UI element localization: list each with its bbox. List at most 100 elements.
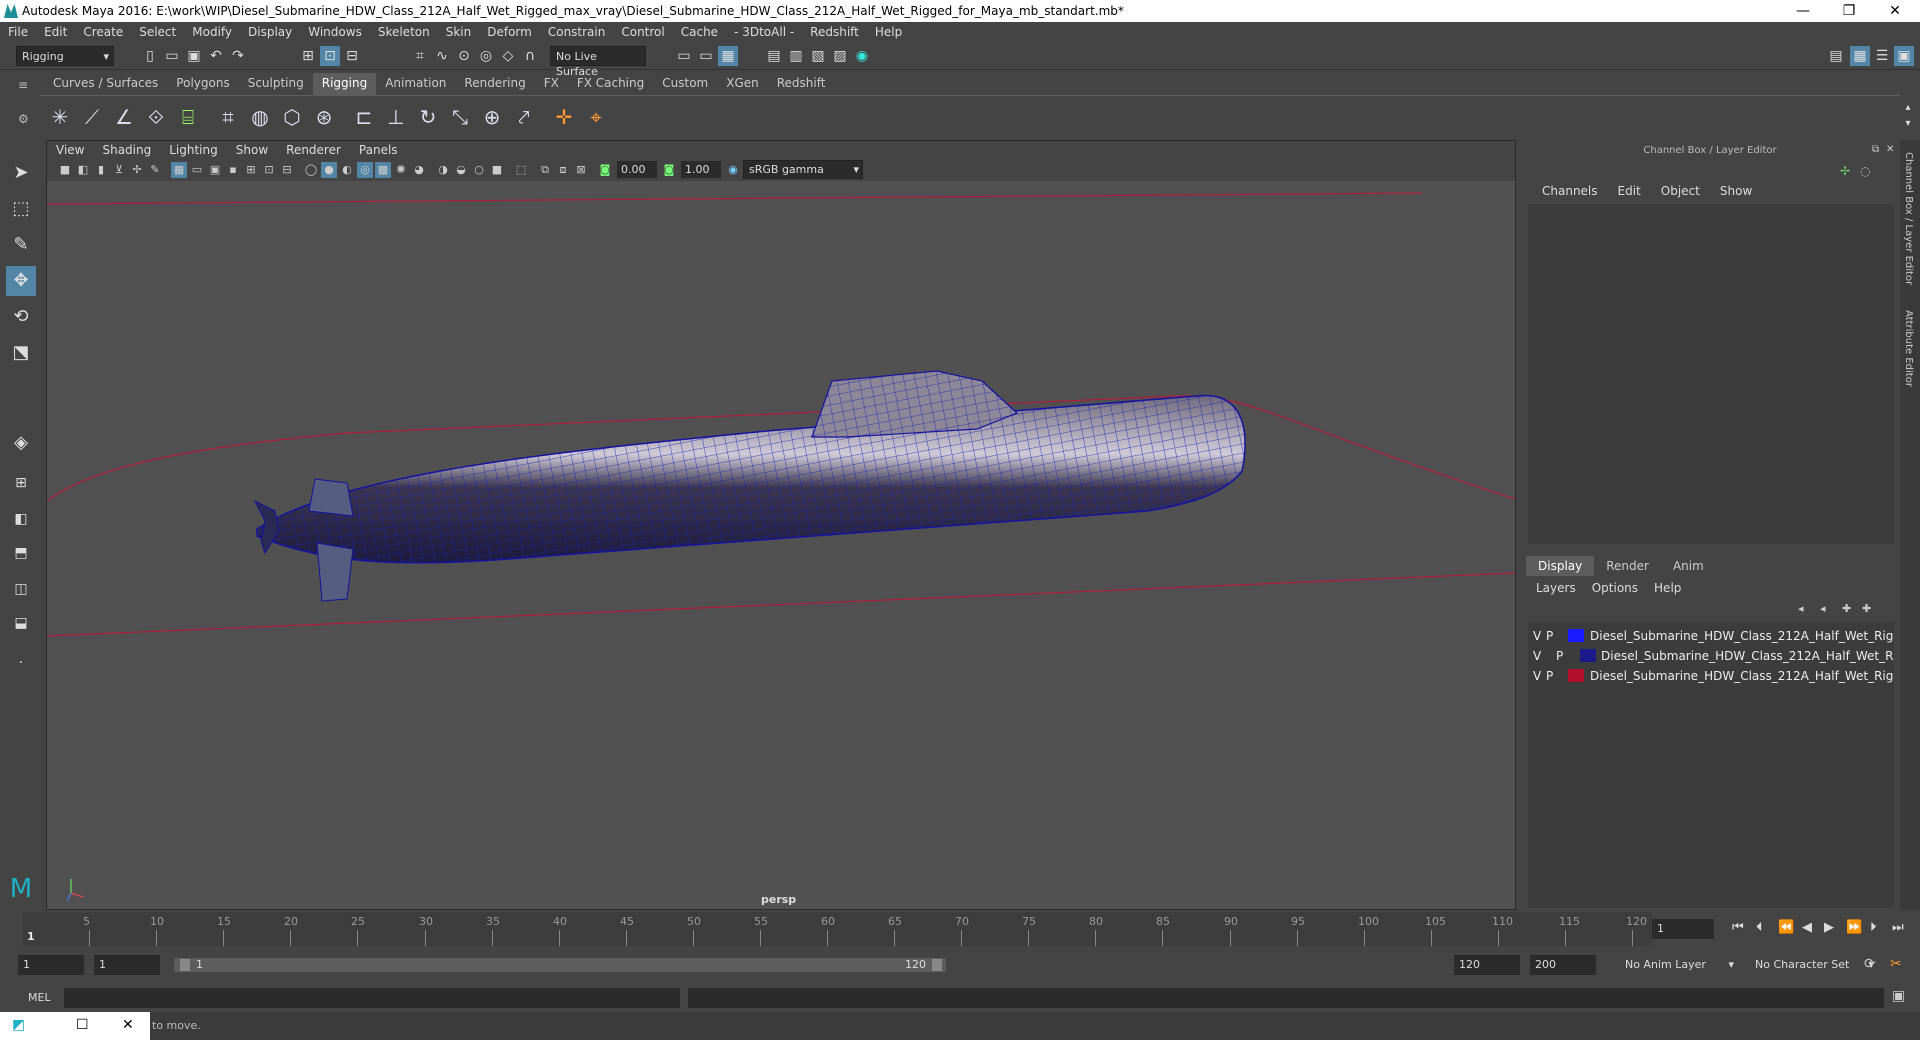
camera-lock-icon[interactable]: ◧ [75,162,91,178]
layer-visibility-toggle[interactable]: V [1533,629,1541,643]
vp-menu-view[interactable]: View [47,141,93,159]
undo-icon[interactable]: ↶ [206,46,226,66]
layer-row[interactable]: V P Diesel_Submarine_HDW_Class_212A_Half… [1528,666,1894,686]
restore-button[interactable]: ❐ [1826,0,1872,22]
step-back-icon[interactable]: ⏴ [1756,920,1763,935]
maya-home-icon[interactable]: M [6,874,36,904]
insert-joint-icon[interactable]: ⟐ [140,101,172,133]
le-menu-layers[interactable]: Layers [1536,581,1584,595]
wireframe-icon[interactable]: ◯ [303,162,319,178]
select-hierarchy-icon[interactable]: ⊞ [298,46,318,66]
shelf-menu-icon[interactable]: ≡ [18,78,34,92]
xray-components-icon[interactable]: ⊠ [573,162,589,178]
image-plane-icon[interactable]: ⊻ [111,162,127,178]
playback-end-field[interactable]: 120 [1454,955,1520,975]
anti-aliasing-icon[interactable]: ○ [471,162,487,178]
channel-box-area[interactable] [1528,204,1894,544]
current-frame-field[interactable]: 1 [1652,919,1714,939]
menu-cache[interactable]: Cache [673,25,726,39]
menu-help[interactable]: Help [867,25,910,39]
menu-create[interactable]: Create [75,25,131,39]
xray-joints-icon[interactable]: ⧈ [555,162,571,178]
maya-taskbar-icon[interactable]: ◩ [12,1017,25,1033]
le-menu-help[interactable]: Help [1654,581,1689,595]
grid-toggle-icon[interactable]: ▦ [171,162,187,178]
camera-select-icon[interactable]: ■ [57,162,73,178]
play-backwards-icon[interactable]: ◀ [1802,920,1812,935]
shelf-scroll-down-icon[interactable]: ▾ [1898,114,1918,134]
menu-display[interactable]: Display [240,25,300,39]
snap-view-icon[interactable]: ◎ [476,46,496,66]
le-menu-options[interactable]: Options [1592,581,1646,595]
lasso-tool-icon[interactable]: ⬚ [6,194,36,224]
menu-modify[interactable]: Modify [184,25,240,39]
cb-menu-channels[interactable]: Channels [1532,184,1608,198]
more-layouts-icon[interactable]: · [6,648,36,678]
render-frame-icon[interactable]: ▤ [764,46,784,66]
step-back-key-icon[interactable]: ⏪ [1778,920,1794,935]
side-tab-channel-box[interactable]: Channel Box / Layer Editor [1903,152,1914,285]
tab-sculpting[interactable]: Sculpting [239,73,313,95]
range-start-handle[interactable] [180,959,190,971]
paint-select-icon[interactable]: ✎ [6,230,36,260]
wireframe-on-shaded-icon[interactable]: ◎ [357,162,373,178]
hik-character-icon[interactable]: ⌖ [580,101,612,133]
menu-edit[interactable]: Edit [36,25,75,39]
layer-playback-toggle[interactable]: P [1546,629,1553,643]
tab-curves-surfaces[interactable]: Curves / Surfaces [44,73,167,95]
outliner-layout-icon[interactable]: ⬓ [6,608,36,638]
anim-layer-dropdown[interactable]: No Anim Layer ▾ [1620,955,1738,975]
tab-render[interactable]: Render [1594,556,1661,576]
cb-menu-object[interactable]: Object [1651,184,1710,198]
cb-menu-show[interactable]: Show [1710,184,1762,198]
move-tool-icon[interactable]: ✥ [6,266,36,296]
layer-row[interactable]: V P Diesel_Submarine_HDW_Class_212A_Half… [1528,626,1894,646]
go-to-start-icon[interactable]: ⏮ [1732,920,1744,935]
tab-redshift[interactable]: Redshift [768,73,835,95]
close-button[interactable]: ✕ [1872,0,1918,22]
output-ops-icon[interactable]: ▭ [696,46,716,66]
maximize-icon[interactable]: ☐ [76,1017,89,1033]
rotate-tool-icon[interactable]: ⟲ [6,302,36,332]
menu-deform[interactable]: Deform [479,25,540,39]
bookmark-icon[interactable]: ▮ [93,162,109,178]
menu-windows[interactable]: Windows [300,25,370,39]
layout-channel-icon[interactable]: ▦ [1850,46,1870,66]
menu-3dtoall[interactable]: - 3DtoAll - [726,25,802,39]
snap-surface-icon[interactable]: ◇ [498,46,518,66]
float-panel-icon[interactable]: ⧉ [1872,144,1879,155]
film-gate-icon[interactable]: ▭ [189,162,205,178]
menu-file[interactable]: File [0,25,36,39]
menu-skin[interactable]: Skin [438,25,480,39]
layer-color-swatch[interactable] [1568,629,1584,642]
safe-action-icon[interactable]: ⊡ [261,162,277,178]
default-material-icon[interactable]: ◐ [339,162,355,178]
tab-animation[interactable]: Animation [376,73,455,95]
layer-playback-toggle[interactable]: P [1556,649,1563,663]
safe-title-icon[interactable]: ⊟ [279,162,295,178]
play-forwards-icon[interactable]: ▶ [1824,920,1834,935]
persp-graph-layout-icon[interactable]: ⬒ [6,538,36,568]
scale-constraint-icon[interactable]: ⤡ [444,101,476,133]
snap-curve-icon[interactable]: ∿ [432,46,452,66]
joint-tool-icon[interactable]: ✳ [44,101,76,133]
persp-outliner-layout-icon[interactable]: ◧ [6,504,36,534]
menu-control[interactable]: Control [613,25,672,39]
layout-tool-icon[interactable]: ☰ [1872,46,1892,66]
speed-icon[interactable]: ◌ [1860,164,1870,178]
tab-anim[interactable]: Anim [1661,556,1716,576]
snap-grid-icon[interactable]: ⌗ [410,46,430,66]
2d-pan-zoom-icon[interactable]: ✢ [129,162,145,178]
select-tool-icon[interactable]: ➤ [6,158,36,188]
minimize-button[interactable]: — [1780,0,1826,22]
vp-menu-lighting[interactable]: Lighting [160,141,227,159]
gamma-field[interactable]: 1.00 [681,161,721,178]
hypershade-layout-icon[interactable]: ◫ [6,574,36,604]
range-end-handle[interactable] [932,959,942,971]
render-settings-icon[interactable]: ▧ [808,46,828,66]
textured-icon[interactable]: ▩ [375,162,391,178]
menuset-dropdown[interactable]: Rigging ▾ [16,46,114,66]
screen-space-ao-icon[interactable]: ◑ [435,162,451,178]
parent-constraint-icon[interactable]: ⊏ [348,101,380,133]
time-slider[interactable]: 1 5 10 15 20 25 30 35 40 45 50 55 60 65 70 75 80 85 90 95 1… [22,912,1652,946]
